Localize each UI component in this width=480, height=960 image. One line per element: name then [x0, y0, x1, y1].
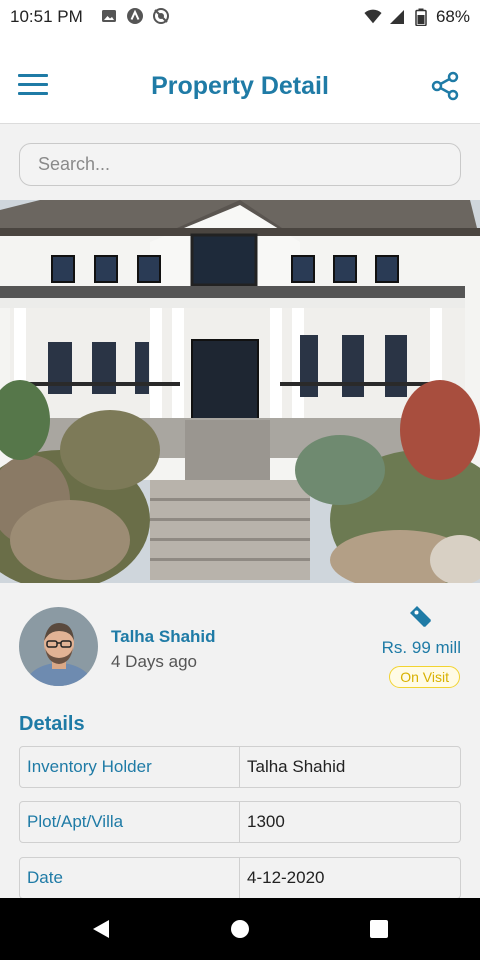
posted-time: 4 Days ago: [111, 652, 197, 671]
home-icon[interactable]: [229, 918, 251, 940]
wifi-icon: [364, 8, 382, 26]
status-time: 10:51 PM: [10, 7, 83, 26]
app-bar: Property Detail: [0, 34, 480, 124]
system-nav-bar: [0, 898, 480, 960]
sync-icon: [152, 7, 170, 25]
detail-value: Talha Shahid: [247, 757, 346, 776]
search-input[interactable]: [19, 143, 461, 186]
detail-key: Plot/Apt/Villa: [20, 802, 240, 842]
agent-card: Talha Shahid 4 Days ago Rs. 99 mill On V…: [19, 606, 461, 688]
share-icon[interactable]: [430, 71, 460, 101]
avatar[interactable]: [19, 607, 98, 686]
price: Rs. 99 mill: [381, 638, 461, 657]
detail-row-date: Date 4-12-2020: [19, 857, 461, 899]
signal-icon: [388, 8, 406, 26]
property-photo: [0, 200, 480, 583]
image-icon: [100, 7, 118, 25]
status-badge: On Visit: [389, 666, 460, 688]
page-title: Property Detail: [151, 72, 329, 100]
details-heading: Details: [19, 713, 85, 735]
price-tag-icon: [407, 603, 435, 631]
status-bar: 10:51 PM 68%: [0, 0, 480, 34]
detail-row-inventory-holder: Inventory Holder Talha Shahid: [19, 746, 461, 788]
battery-percent: 68%: [435, 7, 470, 26]
recents-icon[interactable]: [368, 918, 390, 940]
detail-key: Date: [20, 858, 240, 898]
detail-value: 4-12-2020: [247, 868, 325, 887]
detail-row-plot: Plot/Apt/Villa 1300: [19, 801, 461, 843]
back-icon[interactable]: [90, 918, 112, 940]
detail-value: 1300: [247, 812, 285, 831]
detail-key: Inventory Holder: [20, 747, 240, 787]
battery-icon: [412, 8, 430, 26]
agent-name[interactable]: Talha Shahid: [111, 627, 216, 647]
app-icon: [126, 7, 144, 25]
